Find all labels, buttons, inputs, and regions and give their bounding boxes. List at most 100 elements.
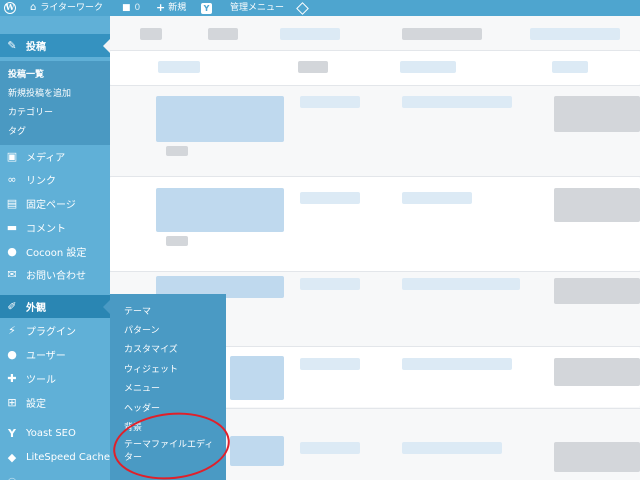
manage-menu-link[interactable]: 管理メニュー (230, 0, 284, 16)
flyout-patterns[interactable]: パターン (124, 323, 160, 336)
menu-posts-label: 投稿 (26, 42, 46, 53)
brush-icon: ✐ (7, 299, 17, 313)
blurred-block (298, 61, 328, 73)
new-content-link[interactable]: + 新規 (156, 0, 186, 16)
blurred-block (230, 436, 284, 466)
menu-media[interactable]: ▣ メディア (0, 145, 110, 168)
litespeed-icon: ◆ (7, 450, 17, 464)
blurred-block (230, 356, 284, 400)
home-icon: ⌂ (30, 2, 37, 13)
blurred-block (158, 61, 200, 73)
menu-pages[interactable]: ▤ 固定ページ (0, 192, 110, 215)
site-name-link[interactable]: ⌂ ライターワーク (30, 0, 103, 16)
blurred-block (402, 96, 512, 108)
posts-submenu: 投稿一覧 新規投稿を追加 カテゴリー タグ (0, 61, 110, 145)
menu-contact-label: お問い合わせ (26, 271, 86, 282)
comment-count: 0 (134, 3, 141, 13)
plugin-icon: ⚡ (8, 323, 16, 337)
admin-bar: W ⌂ ライターワーク ■ 0 + 新規 Y 管理メニュー (0, 0, 640, 16)
menu-media-label: メディア (26, 153, 66, 164)
menu-pages-label: 固定ページ (26, 200, 76, 211)
menu-settings[interactable]: ⊞ 設定 (0, 391, 110, 414)
wordpress-logo-icon[interactable]: W (4, 0, 16, 16)
menu-cocoon-label: Cocoon 設定 (26, 248, 87, 259)
menu-appearance-label: 外観 (26, 303, 46, 314)
menu-tools-label: ツール (26, 375, 56, 386)
mail-icon: ✉ (7, 267, 17, 281)
blurred-block (166, 236, 188, 246)
blurred-block (280, 28, 340, 40)
settings-icon: ⊞ (7, 395, 17, 409)
media-icon: ▣ (6, 149, 18, 163)
comments-link[interactable]: ■ 0 (122, 0, 140, 16)
menu-settings-label: 設定 (26, 399, 46, 410)
menu-users-label: ユーザー (26, 351, 66, 362)
menu-cocoon-settings[interactable]: ● Cocoon 設定 (0, 240, 110, 263)
plus-icon: + (156, 1, 166, 14)
menu-partial-item: ○ (0, 470, 110, 480)
menu-users[interactable]: ● ユーザー (0, 343, 110, 366)
blurred-block (554, 96, 640, 132)
blurred-block (554, 278, 640, 304)
blurred-block (552, 61, 588, 73)
blurred-block (554, 442, 640, 472)
blurred-block (554, 188, 640, 222)
new-label: 新規 (168, 3, 187, 13)
comment-icon: ▬ (6, 220, 18, 234)
manage-label: 管理メニュー (230, 3, 285, 13)
blurred-block (300, 358, 360, 370)
blurred-block (208, 28, 238, 40)
flyout-header[interactable]: ヘッダー (124, 401, 160, 414)
yoast-icon[interactable]: Y (201, 0, 212, 16)
yoast-icon: Y (8, 426, 16, 440)
menu-posts[interactable]: ✎ 投稿 (0, 34, 110, 57)
blurred-block (156, 188, 284, 232)
wrench-icon: ✚ (7, 371, 17, 385)
menu-comments-label: コメント (26, 224, 66, 235)
blurred-block (402, 358, 512, 370)
link-icon: ∞ (7, 172, 17, 186)
menu-tools[interactable]: ✚ ツール (0, 367, 110, 390)
flyout-menus[interactable]: メニュー (124, 381, 160, 394)
blurred-block (400, 61, 456, 73)
blurred-block (530, 28, 620, 40)
menu-plugins[interactable]: ⚡ プラグイン (0, 319, 110, 342)
blurred-block (156, 96, 284, 142)
submenu-all-posts[interactable]: 投稿一覧 (8, 67, 44, 80)
user-icon: ● (7, 347, 17, 361)
menu-litespeed-cache[interactable]: ◆ LiteSpeed Cache (0, 446, 110, 469)
menu-links[interactable]: ∞ リンク (0, 168, 110, 191)
pin-icon: ✎ (7, 38, 17, 52)
blurred-block (300, 192, 360, 204)
blurred-block (402, 28, 482, 40)
submenu-tags[interactable]: タグ (8, 124, 26, 137)
pages-icon: ▤ (6, 196, 18, 210)
menu-links-label: リンク (26, 176, 56, 187)
flyout-themes[interactable]: テーマ (124, 304, 151, 317)
menu-comments[interactable]: ▬ コメント (0, 216, 110, 239)
flyout-customize[interactable]: カスタマイズ (124, 342, 178, 355)
blurred-block (300, 278, 360, 290)
blurred-block (402, 192, 472, 204)
submenu-add-new-post[interactable]: 新規投稿を追加 (8, 86, 71, 99)
menu-appearance[interactable]: ✐ 外観 (0, 295, 110, 318)
diamond-icon[interactable] (296, 0, 309, 16)
site-name: ライターワーク (40, 3, 103, 13)
menu-contact[interactable]: ✉ お問い合わせ (0, 263, 110, 286)
blurred-block (300, 442, 360, 454)
menu-litespeed-label: LiteSpeed Cache (25, 452, 110, 463)
circle-icon: ○ (6, 475, 18, 480)
comment-icon: ■ (122, 3, 131, 13)
blurred-block (300, 96, 360, 108)
flyout-widgets[interactable]: ウィジェット (124, 362, 178, 375)
blurred-block (402, 442, 502, 454)
admin-sidebar: ✎ 投稿 投稿一覧 新規投稿を追加 カテゴリー タグ ▣ メディア ∞ リンク … (0, 16, 110, 480)
blurred-block (166, 146, 188, 156)
submenu-categories[interactable]: カテゴリー (8, 105, 53, 118)
blurred-block (140, 28, 162, 40)
menu-plugins-label: プラグイン (26, 327, 76, 338)
menu-yoast-seo[interactable]: Y Yoast SEO (0, 422, 110, 445)
menu-yoast-label: Yoast SEO (26, 428, 76, 439)
blurred-block (554, 358, 640, 386)
blurred-block (402, 278, 520, 290)
